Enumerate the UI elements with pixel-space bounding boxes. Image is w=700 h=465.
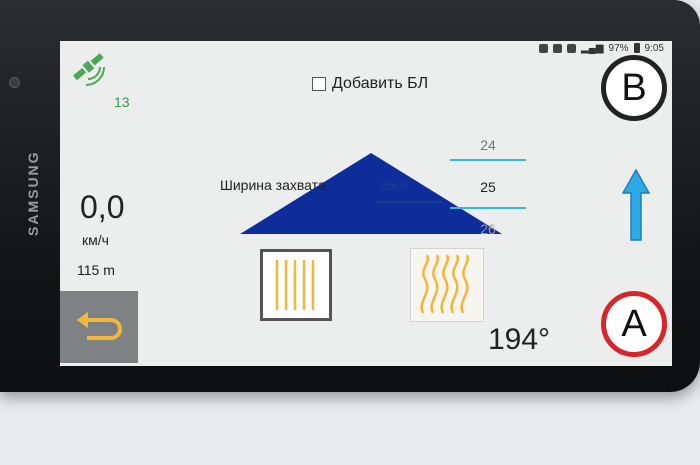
notification-icon: [553, 43, 563, 53]
speed-value: 0,0: [80, 189, 125, 225]
signal-icon: ▂▄▆: [581, 42, 604, 54]
picker-value-below[interactable]: 26: [450, 221, 526, 237]
add-bl-label: Добавить БЛ: [332, 75, 429, 92]
satellite-count: 13: [114, 94, 130, 110]
curved-lines-icon: [420, 254, 470, 314]
picker-value-above[interactable]: 24: [450, 137, 526, 153]
arrow-up-icon[interactable]: [622, 169, 650, 241]
battery-icon: [633, 43, 640, 53]
location-icon: [539, 43, 549, 53]
notification-icon-2: [567, 43, 577, 53]
heading-degrees: 194°: [488, 323, 551, 356]
curved-lines-mode-button[interactable]: [411, 249, 483, 321]
camera-lens: [9, 77, 20, 88]
satellite-icon: [73, 53, 105, 86]
a-point-button[interactable]: A: [601, 291, 667, 357]
picker-divider-top: [450, 159, 526, 161]
distance-value: 115 m: [77, 262, 115, 278]
picker-value-selected[interactable]: 25: [450, 179, 526, 195]
phone-device: SAMSUNG ▂▄▆ 97% 9:05 13 Добавить БЛ B 0,…: [0, 0, 700, 392]
battery-level: 97%: [608, 42, 629, 54]
app-screen: ▂▄▆ 97% 9:05 13 Добавить БЛ B 0,0 км/ч 1…: [60, 41, 672, 366]
parallel-lines-mode-button[interactable]: [260, 249, 332, 321]
clock: 9:05: [644, 42, 664, 54]
brand-logo: SAMSUNG: [25, 150, 41, 236]
picker-divider-bottom: [450, 207, 526, 209]
add-bl-checkbox[interactable]: Добавить БЛ: [312, 75, 428, 93]
width-value-input[interactable]: 25,0: [380, 177, 407, 193]
width-value-underline: [376, 201, 442, 203]
return-arrow-icon: [77, 312, 122, 340]
parallel-lines-icon: [275, 260, 315, 310]
speed-unit: км/ч: [82, 232, 109, 248]
width-label: Ширина захвата: [220, 177, 326, 193]
status-bar: ▂▄▆ 97% 9:05: [539, 41, 664, 55]
b-point-button[interactable]: B: [601, 55, 667, 121]
checkbox-box[interactable]: [312, 77, 326, 91]
back-button[interactable]: [60, 291, 138, 363]
